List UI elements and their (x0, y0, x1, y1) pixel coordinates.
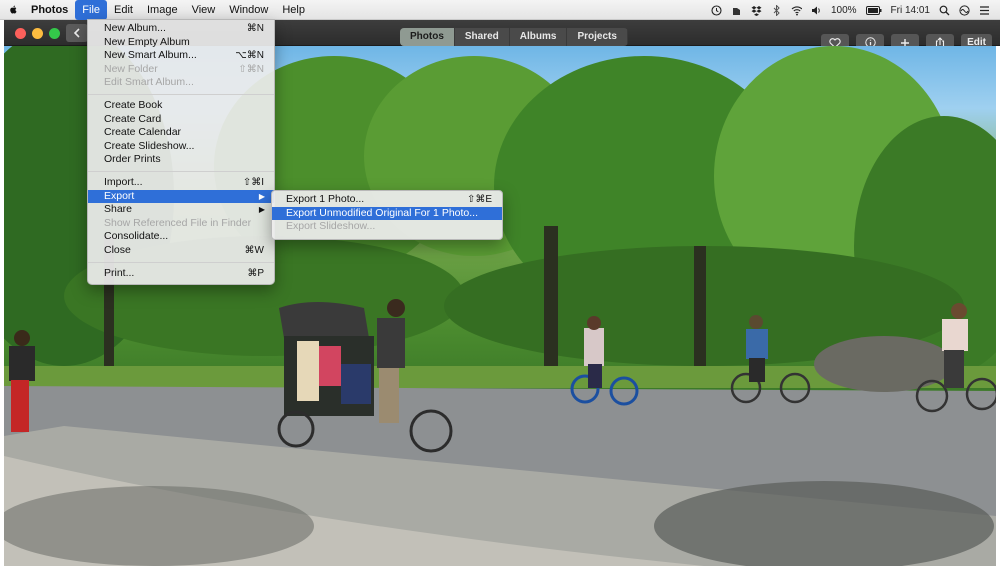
menu-item-import[interactable]: Import... ⇧⌘I (88, 176, 274, 190)
menu-item-consolidate[interactable]: Consolidate... (88, 230, 274, 244)
minimize-window-button[interactable] (32, 28, 43, 39)
volume-icon[interactable] (811, 5, 822, 16)
tab-photos[interactable]: Photos (400, 28, 455, 46)
menu-separator (88, 93, 274, 95)
menu-file[interactable]: File (75, 0, 108, 20)
chevron-left-icon (73, 28, 80, 38)
status-area: 100% Fri 14:01 (711, 0, 990, 20)
menu-item-shortcut: ⌘P (247, 267, 264, 279)
menu-item-create-calendar[interactable]: Create Calendar (88, 126, 274, 140)
menu-item-label: Show Referenced File in Finder (104, 216, 252, 229)
menu-item-label: Create Book (104, 98, 163, 111)
fullscreen-window-button[interactable] (49, 28, 60, 39)
menu-item-label: Export 1 Photo... (286, 193, 365, 205)
menu-item-label: Edit Smart Album... (104, 76, 194, 89)
spotlight-search-icon[interactable] (939, 5, 950, 16)
menu-item-shortcut: ⇧⌘N (238, 63, 264, 75)
menu-image[interactable]: Image (140, 0, 185, 20)
menu-item-label: New Smart Album... (104, 49, 197, 62)
siri-icon[interactable] (959, 4, 970, 16)
menu-item-create-book[interactable]: Create Book (88, 99, 274, 113)
menu-item-export-slideshow: Export Slideshow... (272, 220, 502, 234)
clock[interactable]: Fri 14:01 (891, 5, 930, 16)
menu-help[interactable]: Help (275, 0, 312, 20)
battery-icon[interactable] (865, 5, 882, 16)
wifi-icon[interactable] (791, 5, 802, 16)
menu-item-export-unmodified-original[interactable]: Export Unmodified Original For 1 Photo..… (272, 206, 502, 221)
export-submenu: Export 1 Photo... ⇧⌘E Export Unmodified O… (271, 190, 503, 240)
menu-item-label: Export Slideshow... (286, 220, 376, 233)
menu-item-shortcut: ⇧⌘E (466, 194, 492, 205)
menu-item-label: Create Card (104, 112, 162, 125)
menu-window[interactable]: Window (222, 0, 275, 20)
dropbox-icon[interactable] (751, 5, 762, 16)
menu-item-create-slideshow[interactable]: Create Slideshow... (88, 140, 274, 154)
menu-item-label: New Empty Album (104, 35, 190, 48)
submenu-arrow-icon: ▶ (258, 191, 265, 201)
menu-item-shortcut: ⌘W (244, 244, 264, 256)
tab-shared[interactable]: Shared (455, 28, 510, 46)
apple-menu-icon[interactable] (0, 0, 24, 20)
menu-item-print[interactable]: Print... ⌘P (88, 267, 274, 281)
app-menu-photos[interactable]: Photos (24, 0, 75, 20)
menu-item-show-referenced-file: Show Referenced File in Finder (88, 217, 274, 231)
menu-item-new-album[interactable]: New Album... ⌘N (88, 22, 274, 36)
evernote-icon[interactable] (731, 5, 742, 16)
menu-item-label: Import... (104, 175, 143, 188)
menu-item-label: New Album... (104, 22, 166, 34)
tab-albums[interactable]: Albums (510, 28, 568, 46)
bluetooth-icon[interactable] (771, 4, 782, 16)
menu-item-share[interactable]: Share ▶ (88, 203, 274, 217)
menu-item-label: Share (104, 203, 133, 216)
view-tabs: Photos Shared Albums Projects (400, 28, 628, 46)
menu-item-export[interactable]: Export ▶ (88, 189, 274, 204)
menu-item-edit-smart-album: Edit Smart Album... (88, 76, 274, 90)
battery-percent: 100% (830, 4, 857, 16)
menu-item-order-prints[interactable]: Order Prints (88, 153, 274, 167)
menu-item-label: New Folder (104, 62, 158, 75)
menu-item-create-card[interactable]: Create Card (88, 113, 274, 127)
menu-item-label: Close (104, 243, 131, 256)
menu-item-close[interactable]: Close ⌘W (88, 244, 274, 258)
file-menu: New Album... ⌘N New Empty Album New Smart… (87, 19, 275, 285)
menu-item-label: Create Slideshow... (104, 139, 195, 152)
menu-item-label: Export (104, 189, 135, 202)
menu-item-new-empty-album[interactable]: New Empty Album (88, 36, 274, 50)
menu-edit[interactable]: Edit (107, 0, 140, 20)
window-controls (15, 28, 60, 39)
notification-center-icon[interactable] (979, 5, 990, 16)
menu-separator (88, 261, 274, 263)
menu-bar: Photos File Edit Image View Window Help … (0, 0, 1000, 20)
menu-item-new-smart-album[interactable]: New Smart Album... ⌥⌘N (88, 49, 274, 63)
tab-projects[interactable]: Projects (567, 28, 628, 46)
menu-item-new-folder: New Folder ⇧⌘N (88, 63, 274, 77)
menu-item-label: Export Unmodified Original For 1 Photo..… (286, 206, 479, 219)
menu-item-shortcut: ⇧⌘I (242, 176, 264, 188)
menu-item-shortcut: ⌥⌘N (235, 50, 264, 62)
menu-item-label: Order Prints (104, 153, 161, 166)
menu-item-label: Print... (104, 266, 135, 279)
back-button[interactable] (66, 24, 88, 42)
submenu-arrow-icon: ▶ (258, 205, 265, 215)
menu-item-export-photo[interactable]: Export 1 Photo... ⇧⌘E (272, 193, 502, 207)
menu-item-shortcut: ⌘N (246, 23, 264, 34)
menu-separator (88, 170, 274, 172)
menu-view[interactable]: View (185, 0, 223, 20)
close-window-button[interactable] (15, 28, 26, 39)
time-machine-icon[interactable] (711, 4, 722, 16)
menu-item-label: Create Calendar (104, 126, 182, 139)
menu-item-label: Consolidate... (104, 230, 169, 243)
